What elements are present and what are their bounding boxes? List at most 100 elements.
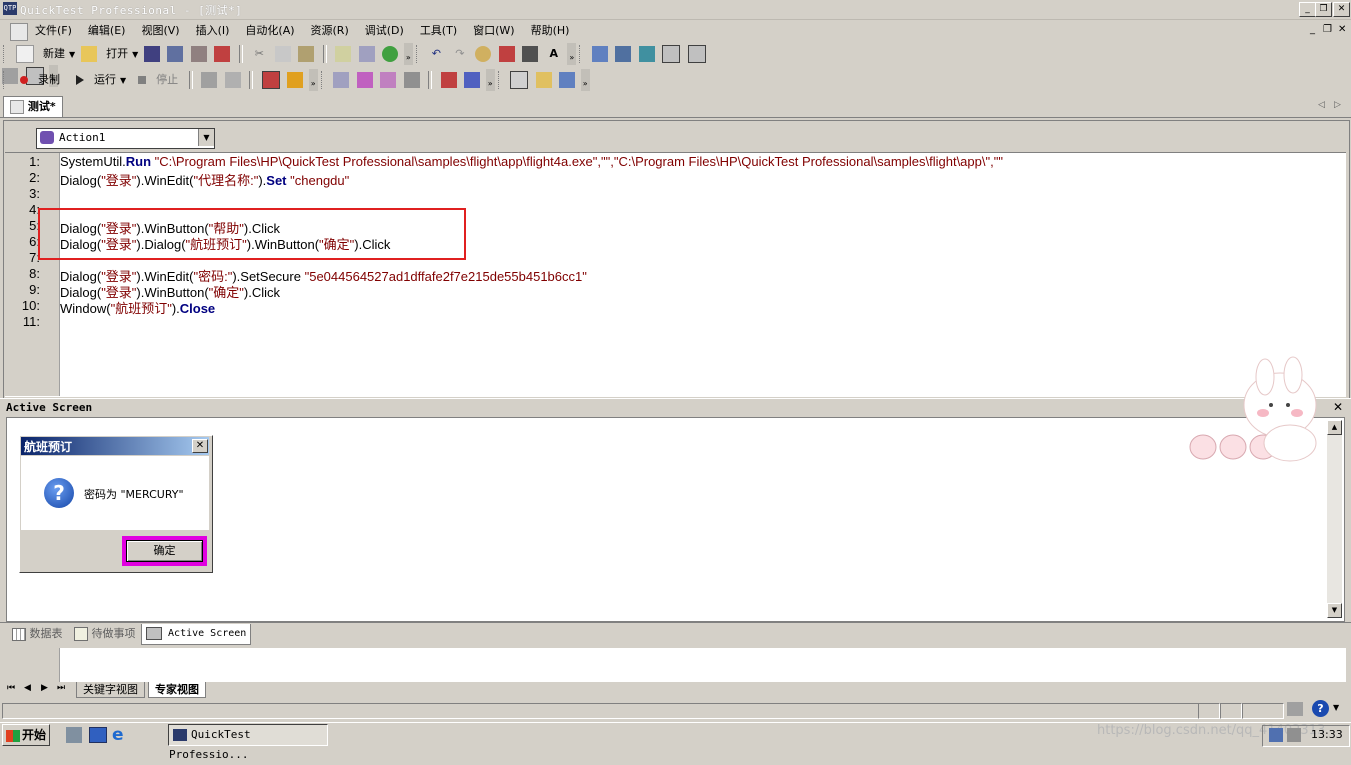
insert-step-icon[interactable] (333, 72, 350, 88)
print-icon[interactable] (190, 46, 207, 62)
restore-button[interactable]: ❐ (1315, 2, 1332, 17)
menu-item-0[interactable]: 文件(F) (35, 20, 72, 41)
network-icon[interactable] (1269, 728, 1283, 742)
quicklaunch-desktop-icon[interactable] (89, 727, 107, 743)
todo-icon (74, 627, 88, 641)
stop-button[interactable]: 停止 (153, 71, 181, 89)
next-page-icon[interactable]: ▶ (41, 683, 48, 693)
record-button[interactable]: 录制 (35, 71, 63, 89)
volume-icon[interactable] (1287, 728, 1301, 742)
resources-icon[interactable] (615, 46, 632, 62)
record-icon (19, 76, 28, 84)
data-table-icon[interactable] (662, 45, 681, 63)
tab-scroll-left-icon[interactable]: ◁ (1318, 100, 1325, 110)
step-over-icon[interactable] (464, 72, 481, 88)
call-action-icon[interactable] (380, 72, 397, 88)
recorded-dialog-titlebar: 航班预订 (21, 437, 209, 455)
recorded-dialog-close-button[interactable]: ✕ (192, 439, 208, 453)
active-screen-icon[interactable] (687, 45, 706, 63)
line-number: 2: (29, 170, 40, 185)
split-action-icon[interactable] (403, 72, 420, 88)
analog-icon[interactable] (201, 72, 218, 88)
scroll-down-icon[interactable]: ▼ (1327, 603, 1342, 618)
low-level-icon[interactable] (224, 72, 241, 88)
chevron-down-icon[interactable]: ▼ (198, 129, 214, 146)
checkpoint-icon[interactable] (261, 71, 280, 89)
quicklaunch-ie-icon[interactable]: e (112, 725, 124, 745)
object-repository-icon[interactable] (358, 46, 375, 62)
taskbar-item-qtp[interactable]: QuickTest Professio... (168, 724, 328, 761)
indent-icon[interactable] (559, 72, 576, 88)
tab-scroll-right-icon[interactable]: ▷ (1334, 100, 1341, 110)
menu-item-5[interactable]: 资源(R) (311, 20, 349, 41)
quicklaunch-explorer-icon[interactable] (66, 727, 82, 743)
minimize-button[interactable]: _ (1299, 2, 1316, 17)
save-icon[interactable] (143, 46, 160, 62)
action-icon[interactable] (356, 72, 373, 88)
help-icon[interactable]: ? (1312, 700, 1329, 717)
action-selector[interactable]: Action1 ▼ (36, 128, 215, 149)
redo-icon[interactable]: ↷ (452, 46, 468, 62)
vertical-scrollbar[interactable]: ▲ ▼ (1327, 420, 1342, 618)
test-flow-icon[interactable] (591, 46, 608, 62)
copy-icon[interactable] (274, 46, 291, 62)
menu-item-2[interactable]: 视图(V) (141, 20, 179, 41)
debug-viewer-icon[interactable] (638, 46, 655, 62)
tab-keyword-view[interactable]: 关键字视图 (76, 682, 145, 698)
doc-restore-icon[interactable]: ❐ (1323, 24, 1332, 35)
tab-test[interactable]: 测试* (3, 96, 63, 118)
tab-expert-view[interactable]: 专家视图 (148, 682, 206, 698)
close-button[interactable]: ✕ (1333, 2, 1350, 17)
check-icon[interactable] (382, 46, 399, 62)
cut-icon[interactable]: ✂ (251, 46, 267, 62)
code-line-1[interactable]: SystemUtil.Run "C:\Program Files\HP\Quic… (60, 154, 1003, 169)
status-chevron-icon[interactable]: ▼ (1333, 703, 1339, 712)
print-preview-icon[interactable] (214, 46, 231, 62)
first-page-icon[interactable]: ⏮ (7, 683, 15, 693)
find-icon[interactable] (475, 46, 492, 62)
qtp-task-icon (173, 729, 187, 741)
prev-page-icon[interactable]: ◀ (24, 683, 31, 693)
code-line-2[interactable]: Dialog("登录").WinEdit("代理名称:").Set "cheng… (60, 170, 349, 189)
menu-item-4[interactable]: 自动化(A) (245, 20, 294, 41)
paste-icon[interactable] (298, 46, 315, 62)
code-line-10[interactable]: Window("航班预订").Close (60, 298, 215, 317)
ok-button[interactable]: 确定 (126, 540, 203, 562)
run-button[interactable]: 运行 (91, 71, 119, 89)
active-screen-title: Active Screen (6, 401, 93, 414)
window-title: QuickTest Professional - [测试*] (20, 4, 243, 17)
output-value-icon[interactable] (287, 72, 304, 88)
last-page-icon[interactable]: ⏭ (57, 683, 65, 693)
scroll-up-icon[interactable]: ▲ (1327, 420, 1342, 435)
new-button[interactable]: 新建 (40, 45, 68, 63)
doc-minimize-icon[interactable]: _ (1310, 24, 1315, 35)
edit-icon[interactable] (335, 46, 352, 62)
open-button[interactable]: 打开 (103, 45, 131, 63)
windows-logo-icon (6, 729, 20, 742)
question-icon: ? (44, 478, 74, 508)
binoculars-icon[interactable] (522, 46, 539, 62)
comment-icon[interactable] (510, 71, 529, 89)
undo-icon[interactable]: ↶ (428, 46, 444, 62)
font-icon[interactable]: A (546, 46, 562, 62)
start-button[interactable]: 开始 (2, 724, 50, 746)
line-number: 10: (21, 298, 40, 313)
menu-item-9[interactable]: 帮助(H) (531, 20, 570, 41)
title-bar: QTP QuickTest Professional - [测试*] _ ❐ ✕ (0, 0, 1351, 20)
menu-item-6[interactable]: 调试(D) (365, 20, 404, 41)
tab-todo[interactable]: 待做事项 (70, 624, 140, 644)
replace-icon[interactable] (498, 46, 515, 62)
line-number: 7: (29, 250, 40, 265)
menu-item-1[interactable]: 编辑(E) (88, 20, 126, 41)
doc-close-icon[interactable]: ✕ (1338, 24, 1346, 35)
uncomment-icon[interactable] (535, 72, 552, 88)
menu-item-3[interactable]: 插入(I) (196, 20, 230, 41)
menu-item-7[interactable]: 工具(T) (420, 20, 457, 41)
tab-data-table[interactable]: 数据表 (8, 624, 67, 644)
document-icon[interactable] (10, 23, 28, 41)
active-screen-close-icon[interactable]: ✕ (1333, 400, 1343, 414)
tab-active-screen[interactable]: Active Screen (141, 624, 252, 645)
menu-item-8[interactable]: 窗口(W) (473, 20, 514, 41)
step-into-icon[interactable] (440, 72, 457, 88)
save-all-icon[interactable] (167, 46, 184, 62)
